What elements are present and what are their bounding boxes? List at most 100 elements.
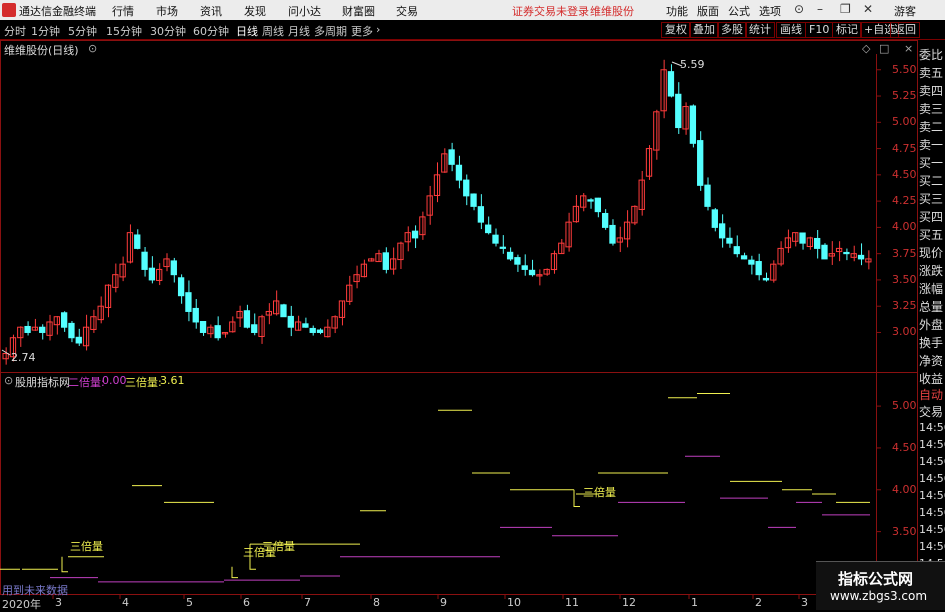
candle-body	[843, 251, 850, 255]
candle-body	[499, 246, 506, 249]
trade-time: 14:56	[919, 421, 945, 434]
price-tick-label: 5.50	[892, 62, 917, 76]
candle-body	[653, 111, 660, 151]
candle-body	[368, 258, 375, 262]
x-label-year: 2020年	[2, 598, 41, 611]
x-label-sep: 9	[440, 596, 447, 609]
sub-chart-options-icon[interactable]: ⊙	[4, 374, 13, 387]
candle-body	[148, 267, 156, 281]
quote-label: 换手	[919, 336, 944, 350]
sub-tick-label: 4.50	[892, 440, 917, 454]
candle-body	[733, 246, 740, 255]
quote-label: 收益	[919, 372, 944, 386]
candle-body	[199, 321, 207, 333]
chart-options-icon[interactable]: ⊙	[88, 42, 97, 55]
trade-time: 14:56	[919, 438, 945, 451]
maximize-icon[interactable]: □	[879, 42, 889, 55]
low-price-label: 2.74	[11, 351, 36, 364]
x-label-oct: 10	[507, 596, 521, 609]
candle-body	[675, 93, 682, 129]
candle-body	[718, 223, 726, 239]
candle-body	[163, 258, 170, 268]
quote-label: 卖四	[919, 84, 944, 98]
close-pane-icon[interactable]: ×	[904, 42, 913, 55]
price-tick-label: 3.50	[892, 272, 917, 286]
candle-body	[24, 325, 31, 333]
candle-body	[404, 232, 411, 243]
annotation-bracket	[61, 556, 68, 573]
trade-label: 交易	[919, 405, 944, 419]
candle-body	[704, 184, 711, 207]
trade-time: 14:56	[919, 506, 945, 519]
sub-tick-label: 3.50	[892, 524, 917, 538]
x-label-jan: 1	[691, 596, 698, 609]
candle-body	[492, 234, 499, 244]
quote-label: 涨跌	[919, 264, 944, 278]
series-3x-value: 3.61	[160, 374, 185, 387]
price-tick-label: 3.00	[892, 325, 917, 339]
sub-chart-title: 股朋指标网	[15, 376, 70, 389]
candle-body	[251, 324, 258, 333]
sub-tick-label: 4.00	[892, 482, 917, 496]
trade-time: 14:56	[919, 523, 945, 536]
quote-label: 委比	[919, 48, 944, 62]
candle-body	[689, 105, 697, 144]
series-2x-name: 二倍量:	[68, 376, 105, 389]
price-tick-label: 4.50	[892, 167, 917, 181]
x-label-jun: 6	[243, 596, 250, 609]
price-tick-label: 3.25	[892, 299, 917, 313]
candle-body	[302, 323, 309, 328]
watermark-url: www.zbgs3.com	[830, 589, 928, 603]
watermark: 指标公式网 www.zbgs3.com	[816, 561, 945, 610]
candle-body	[463, 179, 470, 197]
quote-label: 买二	[919, 174, 944, 188]
candle-body	[382, 252, 389, 270]
quote-label: 卖三	[919, 102, 944, 116]
candle-body	[214, 325, 221, 339]
candle-body	[821, 244, 828, 260]
quote-label: 净资	[919, 354, 944, 368]
x-label-may: 5	[186, 596, 193, 609]
x-label-dec: 12	[622, 596, 636, 609]
price-tick-label: 5.00	[892, 115, 917, 129]
auto-label[interactable]: 自动	[919, 386, 943, 403]
candle-body	[601, 212, 609, 228]
x-label-apr: 4	[122, 596, 129, 609]
candle-body	[170, 260, 177, 276]
trade-time: 14:56	[919, 455, 945, 468]
x-label-aug: 8	[373, 596, 380, 609]
candle-body	[726, 237, 733, 244]
candle-body	[711, 209, 718, 228]
quote-label: 买四	[919, 210, 944, 224]
x-label-mar: 3	[55, 596, 62, 609]
candle-body	[221, 331, 229, 335]
candle-body	[485, 224, 492, 234]
candle-body	[346, 284, 353, 302]
candle-body	[536, 274, 543, 277]
candle-body	[309, 327, 316, 333]
price-tick-label: 4.75	[892, 141, 917, 155]
trade-time: 14:56	[919, 489, 945, 502]
candle-body	[411, 230, 419, 239]
candle-body	[75, 336, 82, 344]
candle-body	[594, 197, 601, 213]
candle-body	[697, 140, 704, 186]
price-tick-label: 5.25	[892, 89, 917, 103]
diamond-icon[interactable]: ◇	[862, 42, 870, 55]
price-tick-label: 3.75	[892, 246, 917, 260]
candle-body	[68, 322, 75, 339]
sub-tick-label: 5.00	[892, 399, 917, 413]
quote-label: 总量	[919, 300, 944, 314]
chart-canvas	[0, 40, 918, 599]
annotation-label-4: 三倍量	[583, 486, 616, 499]
main-chart-title: 维维股份(日线)	[4, 44, 79, 57]
candle-body	[814, 237, 821, 249]
candle-body	[521, 265, 528, 270]
candle-body	[280, 304, 287, 318]
candle-body	[455, 164, 463, 181]
quote-label: 卖二	[919, 120, 944, 134]
candle-body	[134, 234, 141, 249]
quote-label: 涨幅	[919, 282, 944, 296]
candle-body	[748, 259, 755, 265]
quote-label: 买五	[919, 228, 944, 242]
